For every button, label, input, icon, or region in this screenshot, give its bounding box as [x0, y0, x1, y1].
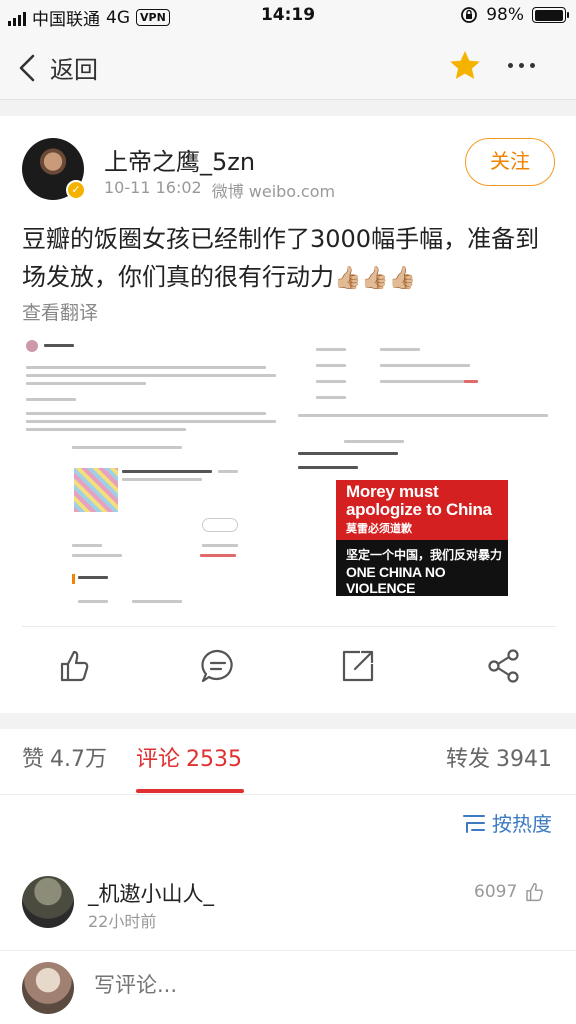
back-label: 返回: [50, 56, 98, 84]
chevron-left-icon: [19, 54, 35, 81]
comment-input[interactable]: [94, 973, 534, 997]
status-right: 98%: [460, 5, 569, 25]
banner-en-slogan: ONE CHINA NO VIOLENCE: [346, 564, 446, 596]
banner-title: Morey must apologize to China: [346, 482, 492, 519]
my-avatar: [22, 962, 74, 1014]
banner-subtitle: 莫雷必须道歉: [346, 523, 412, 535]
tab-comments[interactable]: 评论 2535: [136, 741, 242, 773]
tab-likes-label: 赞: [22, 747, 45, 772]
star-icon[interactable]: [448, 49, 482, 83]
comment-like-button[interactable]: 6097: [474, 880, 545, 904]
doc-avatar: [26, 340, 38, 352]
follow-button[interactable]: 关注: [465, 138, 555, 186]
tab-likes[interactable]: 赞 4.7万: [22, 741, 107, 773]
like-icon[interactable]: [52, 646, 92, 686]
battery-icon: [532, 7, 569, 23]
author-name[interactable]: 上帝之鹰_5zn: [104, 142, 255, 177]
back-button[interactable]: 返回: [18, 50, 98, 85]
like-icon: [526, 882, 544, 902]
thumbs-up-emoji: 👍🏼👍🏼👍🏼: [334, 266, 417, 291]
tab-likes-count: 4.7万: [50, 747, 108, 772]
comment-time: 22小时前: [88, 912, 157, 931]
post-text: 豆瓣的饭圈女孩已经制作了3000幅手幅，准备到场发放，你们真的很有行动力👍🏼👍🏼…: [22, 220, 556, 298]
active-tab-indicator: [136, 789, 244, 793]
doc-pill: [202, 518, 238, 532]
more-icon[interactable]: [508, 63, 535, 68]
share-icon[interactable]: [484, 646, 524, 686]
post-time: 10-11 16:02: [104, 178, 202, 197]
sort-by-hot-button[interactable]: 按热度: [462, 808, 552, 837]
status-bar: 中国联通 4G VPN 14:19 98%: [0, 0, 576, 32]
section-gap: [0, 713, 576, 729]
banner-cn-slogan: 坚定一个中国，我们反对暴力: [346, 548, 503, 562]
rotation-lock-icon: [461, 7, 478, 23]
tab-reposts-count: 3941: [496, 747, 553, 772]
protest-banner-image: Morey must apologize to China 莫雷必须道歉 坚定一…: [336, 480, 508, 596]
comment-item: _机遨小山人_ 22小时前 6097: [0, 860, 576, 950]
battery-level: [534, 9, 563, 21]
section-gap: [0, 100, 576, 116]
translate-link[interactable]: 查看翻译: [22, 298, 98, 325]
comment-like-count: 6097: [474, 882, 518, 902]
tab-comments-count: 2535: [186, 747, 243, 772]
tab-reposts[interactable]: 转发 3941: [446, 741, 552, 773]
product-thumbnail: [74, 468, 118, 512]
battery-percent: 98%: [486, 5, 524, 25]
post-image-1[interactable]: [22, 338, 282, 612]
sort-label: 按热度: [492, 812, 552, 836]
tab-reposts-label: 转发: [446, 747, 491, 772]
weibo-post: ✓ 上帝之鹰_5zn 10-11 16:02 微博 weibo.com 关注 豆…: [0, 116, 576, 713]
compose-bar: [0, 950, 576, 1024]
post-source: 微博 weibo.com: [211, 182, 336, 201]
verified-badge-icon: ✓: [66, 180, 86, 200]
post-image-2[interactable]: Morey must apologize to China 莫雷必须道歉 坚定一…: [294, 338, 554, 612]
comment-icon[interactable]: [198, 646, 238, 686]
sort-icon: [463, 814, 485, 833]
divider: [22, 626, 556, 627]
tab-comments-label: 评论: [136, 747, 181, 772]
commenter-avatar[interactable]: [22, 876, 74, 928]
commenter-name[interactable]: _机遨小山人_: [88, 878, 214, 908]
nav-bar: 返回: [0, 32, 576, 100]
post-body: 豆瓣的饭圈女孩已经制作了3000幅手幅，准备到场发放，你们真的很有行动力: [22, 225, 540, 291]
post-stats-tabs: 赞 4.7万 评论 2535 转发 3941: [0, 729, 576, 795]
repost-icon[interactable]: [338, 646, 378, 686]
post-meta: 10-11 16:02 微博 weibo.com: [104, 178, 335, 202]
post-actions: [0, 628, 576, 704]
